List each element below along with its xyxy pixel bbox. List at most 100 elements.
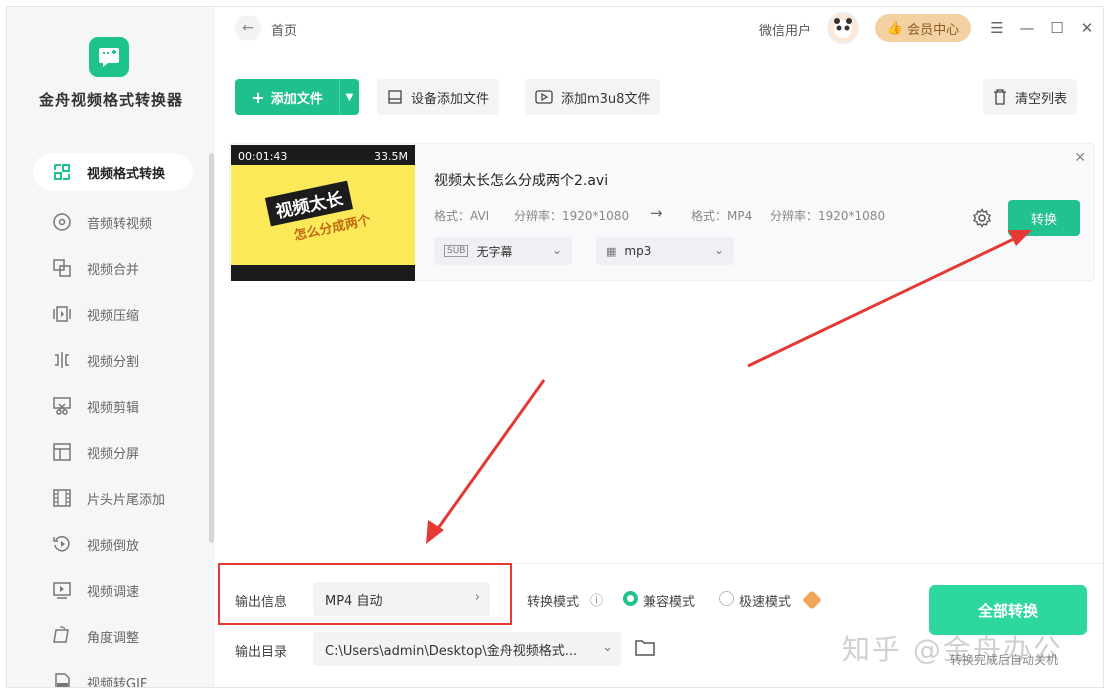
add-file-button[interactable]: + 添加文件 ▼ [235, 79, 359, 115]
sidebar-item-label: 片头片尾添加 [87, 492, 166, 508]
vip-label: 会员中心 [907, 22, 960, 38]
audio-track-select[interactable]: ▦ mp3 ⌄ [596, 237, 734, 265]
close-icon[interactable]: ✕ [1077, 18, 1097, 38]
subtitle-select[interactable]: SUB 无字幕 ⌄ [434, 237, 572, 265]
arrow-left-icon: ← [242, 20, 254, 36]
sidebar-item-video-compress[interactable]: 视频压缩 [33, 291, 193, 337]
sidebar-item-video-format-convert[interactable]: 视频格式转换 [33, 153, 193, 191]
sidebar-nav: 视频格式转换 音频转视频 视频合并 视频压缩 视频分割 视频剪辑 视频分屏 片头… [33, 153, 193, 688]
trash-icon [993, 89, 1007, 105]
target-format: 格式：MP4 [691, 209, 753, 223]
watermark: 知乎 @金舟办公 [842, 633, 1063, 666]
device-add-file-button[interactable]: 设备添加文件 [377, 79, 500, 115]
sidebar-item-intro-outro[interactable]: 片头片尾添加 [33, 475, 193, 521]
sidebar-item-label: 视频分割 [87, 354, 140, 370]
sidebar-item-label: 视频压缩 [87, 308, 140, 324]
sidebar-item-label: 视频剪辑 [87, 400, 140, 416]
add-m3u8-button[interactable]: 添加m3u8文件 [525, 79, 661, 115]
chevron-down-icon: ⌄ [602, 640, 613, 655]
avatar[interactable] [827, 12, 859, 44]
chevron-down-icon[interactable]: ▼ [339, 79, 359, 115]
output-format-value: MP4 自动 [325, 593, 383, 609]
menu-icon[interactable]: ☰ [987, 18, 1007, 38]
audio-value: mp3 [624, 244, 652, 258]
rotate-icon [51, 625, 73, 647]
output-info-label: 输出信息 [235, 595, 288, 610]
file-name: 视频太长怎么分成两个2.avi [434, 173, 609, 189]
sidebar-item-label: 视频倒放 [87, 538, 140, 554]
arrow-right-icon: → [650, 204, 663, 222]
maximize-icon[interactable]: ☐ [1047, 18, 1067, 38]
app-title: 金舟视频格式转换器 [38, 91, 183, 109]
speed-icon [51, 579, 73, 601]
fast-mode-radio[interactable] [719, 591, 734, 606]
gif-icon [51, 671, 73, 687]
sidebar-item-label: 音频转视频 [87, 216, 153, 232]
folder-icon[interactable] [634, 638, 656, 662]
user-name[interactable]: 微信用户 [759, 20, 811, 39]
film-icon [51, 487, 73, 509]
source-resolution: 分辨率：1920*1080 [514, 209, 630, 223]
chevron-right-icon: › [474, 590, 480, 605]
add-file-label: 添加文件 [270, 91, 323, 107]
info-icon[interactable]: ⓘ [590, 590, 603, 609]
video-duration: 00:01:43 [238, 150, 288, 163]
fast-mode-label[interactable]: 极速模式 [739, 591, 791, 610]
sidebar-item-video-reverse[interactable]: 视频倒放 [33, 521, 193, 567]
audio-file-icon: ▦ [606, 244, 617, 258]
thumbs-up-icon: 👍 [886, 20, 904, 36]
music-disc-icon [51, 211, 73, 233]
source-format: 格式：AVI [434, 209, 490, 223]
layout-icon [51, 441, 73, 463]
sidebar-item-label: 视频转GIF [87, 676, 148, 688]
sidebar-item-video-to-gif[interactable]: 视频转GIF [33, 659, 193, 688]
minimize-icon[interactable]: — [1017, 18, 1037, 38]
output-dir-value: C:\Users\admin\Desktop\金舟视频格式... [325, 643, 578, 659]
settings-gear-icon[interactable] [972, 208, 992, 232]
sidebar-item-label: 视频分屏 [87, 446, 140, 462]
file-card: 00:01:43 33.5M 视频太长 怎么分成两个 视频太长怎么分成两个2.a… [229, 143, 1095, 281]
sidebar-scrollbar[interactable] [209, 153, 214, 543]
subtitle-value: 无字幕 [476, 244, 513, 259]
play-box-icon [535, 89, 553, 105]
sidebar-item-video-edit[interactable]: 视频剪辑 [33, 383, 193, 429]
sidebar-item-label: 视频格式转换 [87, 166, 166, 182]
back-button[interactable]: ← [235, 15, 261, 41]
video-thumbnail[interactable]: 00:01:43 33.5M 视频太长 怎么分成两个 [231, 145, 415, 281]
breadcrumb[interactable]: 首页 [271, 20, 297, 39]
output-dir-select[interactable]: C:\Users\admin\Desktop\金舟视频格式... ⌄ [313, 632, 621, 666]
compat-mode-label[interactable]: 兼容模式 [643, 591, 695, 610]
add-file-main: + 添加文件 [235, 88, 339, 107]
sidebar-item-label: 视频调速 [87, 584, 140, 600]
chevron-down-icon: ⌄ [551, 243, 562, 257]
split-icon [51, 349, 73, 371]
scissors-icon [51, 395, 73, 417]
clear-list-label: 清空列表 [1015, 91, 1068, 107]
sidebar-item-label: 视频合并 [87, 262, 140, 278]
sidebar-item-video-split-screen[interactable]: 视频分屏 [33, 429, 193, 475]
output-dir-label: 输出目录 [235, 645, 288, 660]
sidebar-item-video-split[interactable]: 视频分割 [33, 337, 193, 383]
sidebar-item-audio-to-video[interactable]: 音频转视频 [33, 199, 193, 245]
merge-icon [51, 257, 73, 279]
target-resolution: 分辨率：1920*1080 [770, 209, 886, 223]
output-format-select[interactable]: MP4 自动 › [313, 582, 490, 616]
clear-list-button[interactable]: 清空列表 [983, 79, 1078, 115]
plus-icon: + [251, 87, 265, 107]
device-icon [387, 89, 403, 105]
remove-file-icon[interactable]: ✕ [1074, 150, 1086, 166]
compat-mode-radio[interactable] [623, 591, 638, 606]
convert-icon [51, 161, 73, 183]
sidebar-item-video-merge[interactable]: 视频合并 [33, 245, 193, 291]
rewind-icon [51, 533, 73, 555]
convert-button[interactable]: 转换 [1008, 200, 1080, 236]
sidebar-item-angle-adjust[interactable]: 角度调整 [33, 613, 193, 659]
topbar: ← 首页 微信用户 👍 会员中心 ☰ — ☐ ✕ [215, 7, 1103, 51]
sidebar-item-video-speed[interactable]: 视频调速 [33, 567, 193, 613]
convert-mode-label: 转换模式 [527, 595, 580, 610]
vip-center-button[interactable]: 👍 会员中心 [875, 14, 971, 42]
sidebar: 金舟视频格式转换器 视频格式转换 音频转视频 视频合并 视频压缩 视频分割 视频… [7, 7, 215, 688]
compress-icon [51, 303, 73, 325]
chevron-down-icon: ⌄ [713, 243, 724, 257]
device-add-label: 设备添加文件 [411, 91, 490, 107]
